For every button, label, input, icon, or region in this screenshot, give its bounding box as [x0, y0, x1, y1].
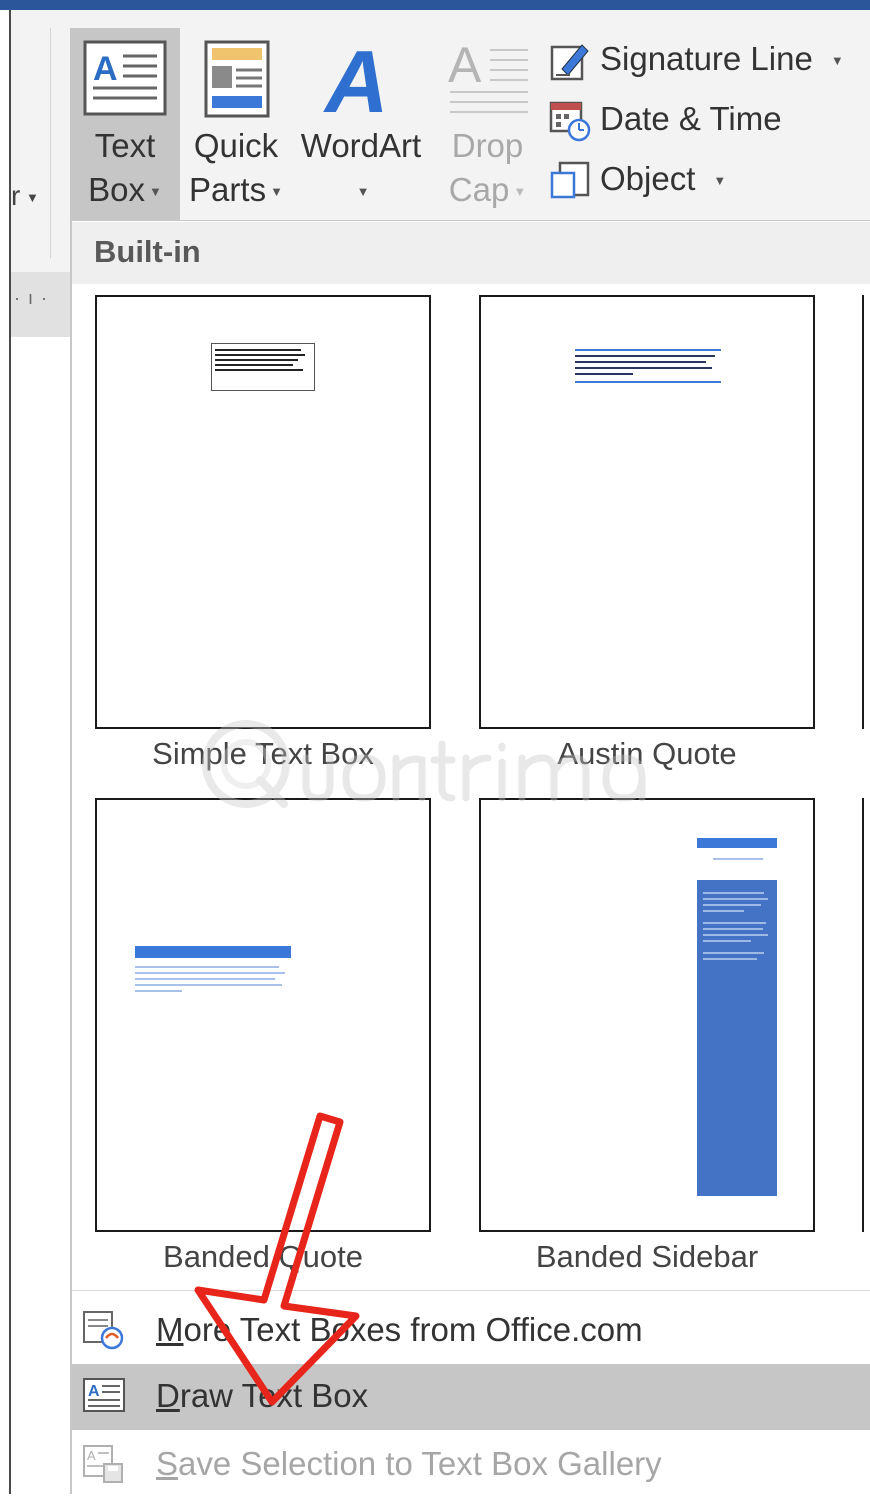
text-box-icon: A — [83, 40, 167, 116]
gallery-item-simple-text-box[interactable] — [95, 295, 431, 729]
save-selection-label: ave Selection to Text Box Gallery — [178, 1445, 662, 1482]
date-time-label: Date & Time — [600, 100, 782, 137]
wordart-button[interactable]: A WordArt ▼ — [296, 28, 426, 220]
drop-cap-button[interactable]: A Drop Cap ▼ — [440, 28, 535, 220]
chevron-down-icon: ▼ — [270, 184, 283, 200]
gallery-item-label: Banded Sidebar — [535, 1239, 759, 1274]
signature-line-label: Signature Line — [600, 40, 813, 77]
wordart-icon: A — [323, 36, 389, 122]
signature-line-button[interactable]: Signature Line ▼ — [548, 32, 844, 86]
quick-parts-label-1: Quick — [193, 127, 279, 164]
chevron-down-icon[interactable]: ▼ — [26, 190, 39, 205]
save-to-gallery-icon: A — [83, 1445, 123, 1483]
svg-text:A: A — [448, 37, 482, 93]
text-box-icon: A — [83, 1378, 125, 1412]
svg-text:A: A — [93, 50, 118, 88]
quick-parts-button[interactable]: Quick Parts ▼ — [186, 28, 286, 220]
object-button[interactable]: Object ▼ — [548, 152, 726, 206]
chevron-down-icon: ▼ — [713, 173, 727, 189]
gallery-section-title: Built-in — [94, 234, 201, 269]
menu-mnemonic: S — [156, 1445, 179, 1482]
online-gallery-icon — [83, 1311, 124, 1350]
gallery-item-banded-sidebar[interactable] — [479, 798, 815, 1232]
date-time-icon — [549, 102, 591, 142]
chevron-down-icon: ▼ — [513, 184, 527, 200]
gallery-item-partial — [862, 798, 870, 1232]
gallery-item-partial — [862, 295, 870, 729]
text-box-label-1: Text — [94, 127, 156, 164]
text-box-button[interactable]: A Text Box ▼ — [70, 28, 180, 220]
drop-cap-icon: A — [448, 37, 528, 113]
ruler-ticks: ·ı· — [14, 288, 55, 308]
signature-line-icon — [550, 44, 589, 81]
previous-group-dropdown[interactable]: r — [11, 180, 20, 212]
ribbon-group-separator — [50, 28, 51, 258]
save-selection-menu-item[interactable]: A Save Selection to Text Box Gallery — [72, 1432, 870, 1498]
wordart-label: WordArt — [300, 127, 422, 164]
chevron-down-icon: ▼ — [149, 184, 162, 200]
thumbnail-quote — [575, 349, 721, 383]
thumbnail-text-box — [211, 343, 315, 391]
svg-text:A: A — [323, 36, 389, 122]
thumbnail-sidebar — [697, 880, 777, 1196]
svg-text:A: A — [87, 1448, 96, 1463]
thumbnail-sidebar-title-bar — [697, 838, 777, 848]
chevron-down-icon: ▼ — [356, 184, 370, 200]
menu-mnemonic: D — [156, 1377, 180, 1414]
watermark-logo — [202, 720, 646, 808]
svg-text:A: A — [88, 1383, 100, 1400]
drop-cap-label-1: Drop — [451, 127, 524, 164]
quick-parts-label-2: Parts — [189, 171, 267, 208]
quick-parts-icon — [204, 40, 270, 118]
object-icon — [550, 162, 590, 199]
date-time-button[interactable]: Date & Time — [548, 92, 782, 146]
document-canvas[interactable] — [11, 337, 71, 1494]
window-title-bar — [0, 0, 870, 10]
drop-cap-label-2: Cap — [448, 171, 510, 208]
chevron-down-icon: ▼ — [830, 53, 844, 69]
text-box-label-2: Box — [88, 171, 145, 208]
gallery-item-austin-quote[interactable] — [479, 295, 815, 729]
thumbnail-banded-quote — [135, 946, 291, 996]
annotation-arrow — [194, 1112, 360, 1406]
object-label: Object — [600, 160, 696, 197]
